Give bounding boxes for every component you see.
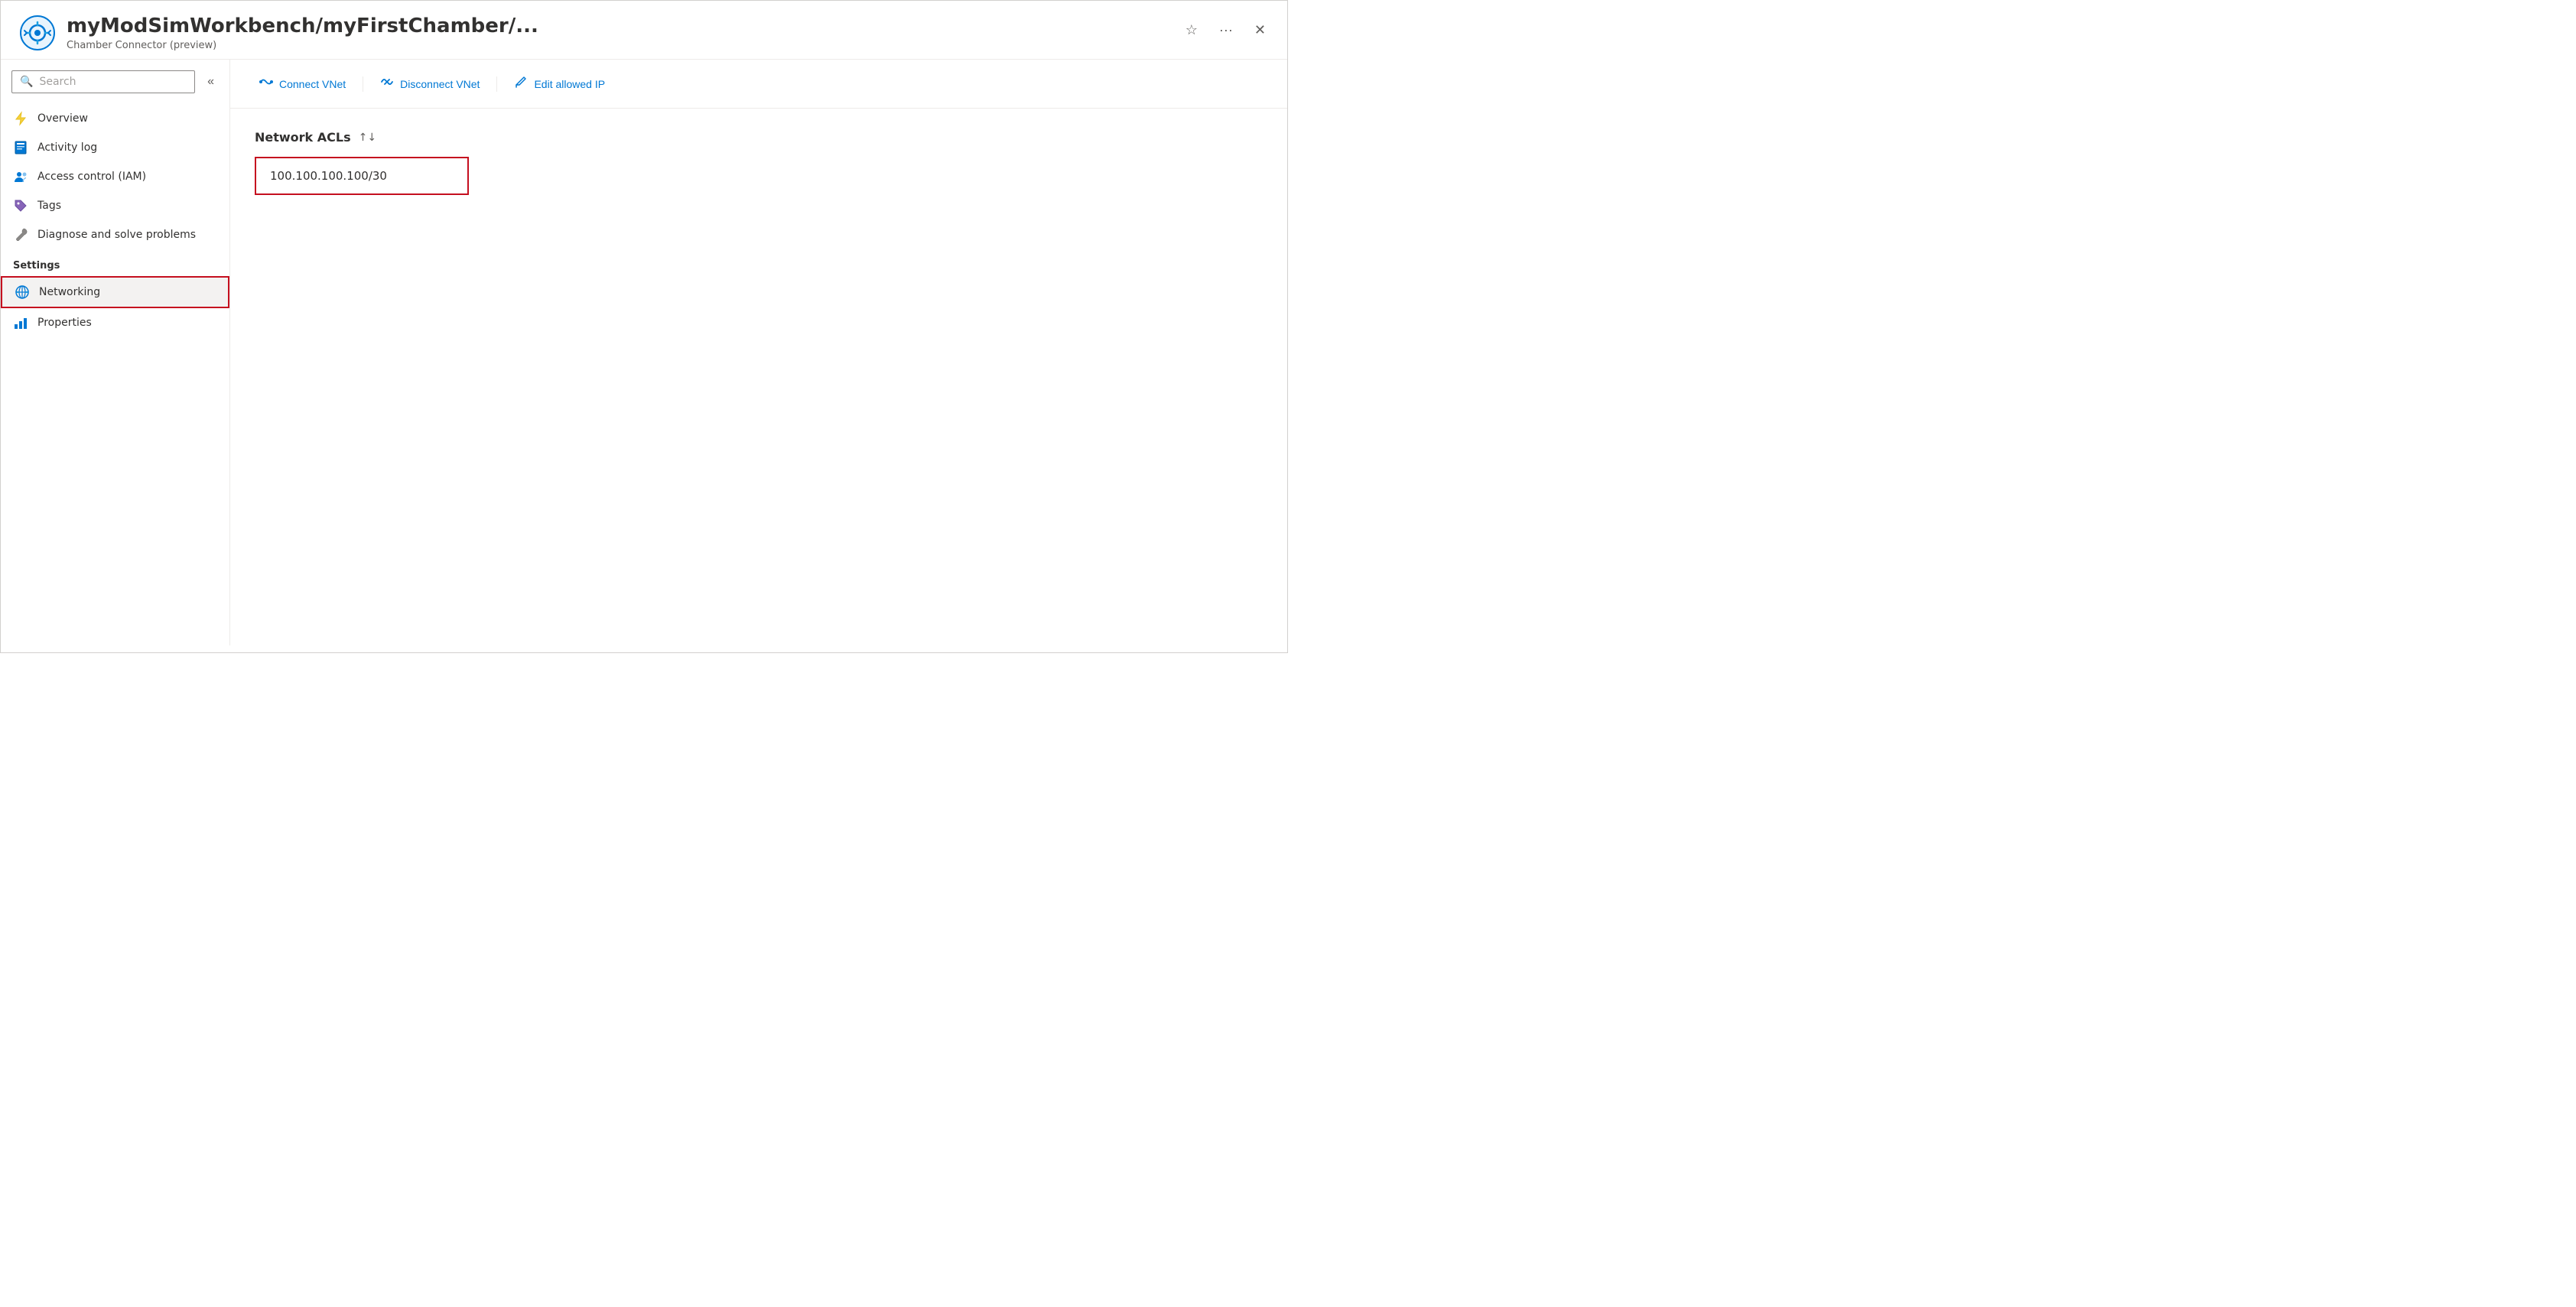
page-subtitle: Chamber Connector (preview)	[67, 40, 538, 51]
close-button[interactable]: ✕	[1251, 19, 1269, 41]
connect-vnet-button[interactable]: Connect VNet	[252, 70, 353, 97]
ip-address-value: 100.100.100.100/30	[270, 169, 387, 183]
main-layout: 🔍 Search « Overview	[1, 60, 1287, 645]
search-container: 🔍 Search «	[1, 70, 229, 104]
search-icon: 🔍	[20, 76, 33, 88]
book-icon	[13, 140, 28, 155]
sidebar-item-properties-label: Properties	[37, 317, 92, 329]
header-actions: ☆ ··· ✕	[1182, 19, 1269, 41]
sort-icons[interactable]: ↑↓	[359, 132, 376, 144]
acl-ip-entry: 100.100.100.100/30	[255, 157, 469, 195]
disconnect-vnet-icon	[380, 75, 394, 93]
sidebar-item-access-control-label: Access control (IAM)	[37, 171, 146, 183]
sidebar-item-properties[interactable]: Properties	[1, 308, 229, 337]
edit-allowed-ip-button[interactable]: Edit allowed IP	[506, 70, 613, 97]
connect-vnet-icon	[259, 75, 273, 93]
lightning-icon	[13, 111, 28, 126]
app-logo-icon	[19, 15, 56, 51]
settings-section-label: Settings	[1, 249, 229, 276]
tag-icon	[13, 198, 28, 213]
sidebar-item-overview[interactable]: Overview	[1, 104, 229, 133]
header-left: myModSimWorkbench/myFirstChamber/... Cha…	[19, 15, 538, 51]
disconnect-vnet-button[interactable]: Disconnect VNet	[372, 70, 487, 97]
sidebar-item-overview-label: Overview	[37, 112, 88, 125]
toolbar: Connect VNet Disconnect VNet	[230, 60, 1287, 109]
header-title-block: myModSimWorkbench/myFirstChamber/... Cha…	[67, 15, 538, 51]
edit-ip-icon	[514, 75, 528, 93]
sidebar-item-networking-label: Networking	[39, 286, 100, 298]
toolbar-separator-2	[496, 76, 497, 92]
sidebar-item-tags[interactable]: Tags	[1, 191, 229, 220]
sidebar-item-networking[interactable]: Networking	[1, 276, 229, 308]
network-icon	[15, 284, 30, 300]
header: myModSimWorkbench/myFirstChamber/... Cha…	[1, 1, 1287, 60]
network-acls-header: Network ACLs ↑↓	[255, 130, 1263, 145]
more-options-button[interactable]: ···	[1216, 19, 1236, 41]
page-title: myModSimWorkbench/myFirstChamber/...	[67, 15, 538, 38]
favorite-button[interactable]: ☆	[1182, 19, 1201, 41]
sidebar-item-access-control[interactable]: Access control (IAM)	[1, 162, 229, 191]
sidebar-item-activity-log-label: Activity log	[37, 141, 97, 154]
content-panel: Connect VNet Disconnect VNet	[230, 60, 1287, 645]
network-acls-title: Network ACLs	[255, 130, 351, 145]
sidebar-item-activity-log[interactable]: Activity log	[1, 133, 229, 162]
sidebar-item-tags-label: Tags	[37, 200, 61, 212]
sidebar: 🔍 Search « Overview	[1, 60, 230, 645]
content-body: Network ACLs ↑↓ 100.100.100.100/30	[230, 109, 1287, 216]
wrench-icon	[13, 227, 28, 242]
search-placeholder: Search	[39, 76, 76, 88]
sidebar-item-diagnose[interactable]: Diagnose and solve problems	[1, 220, 229, 249]
people-icon	[13, 169, 28, 184]
sidebar-item-diagnose-label: Diagnose and solve problems	[37, 229, 196, 241]
search-box[interactable]: 🔍 Search	[11, 70, 195, 93]
collapse-sidebar-button[interactable]: «	[203, 72, 219, 92]
bar-chart-icon	[13, 315, 28, 330]
